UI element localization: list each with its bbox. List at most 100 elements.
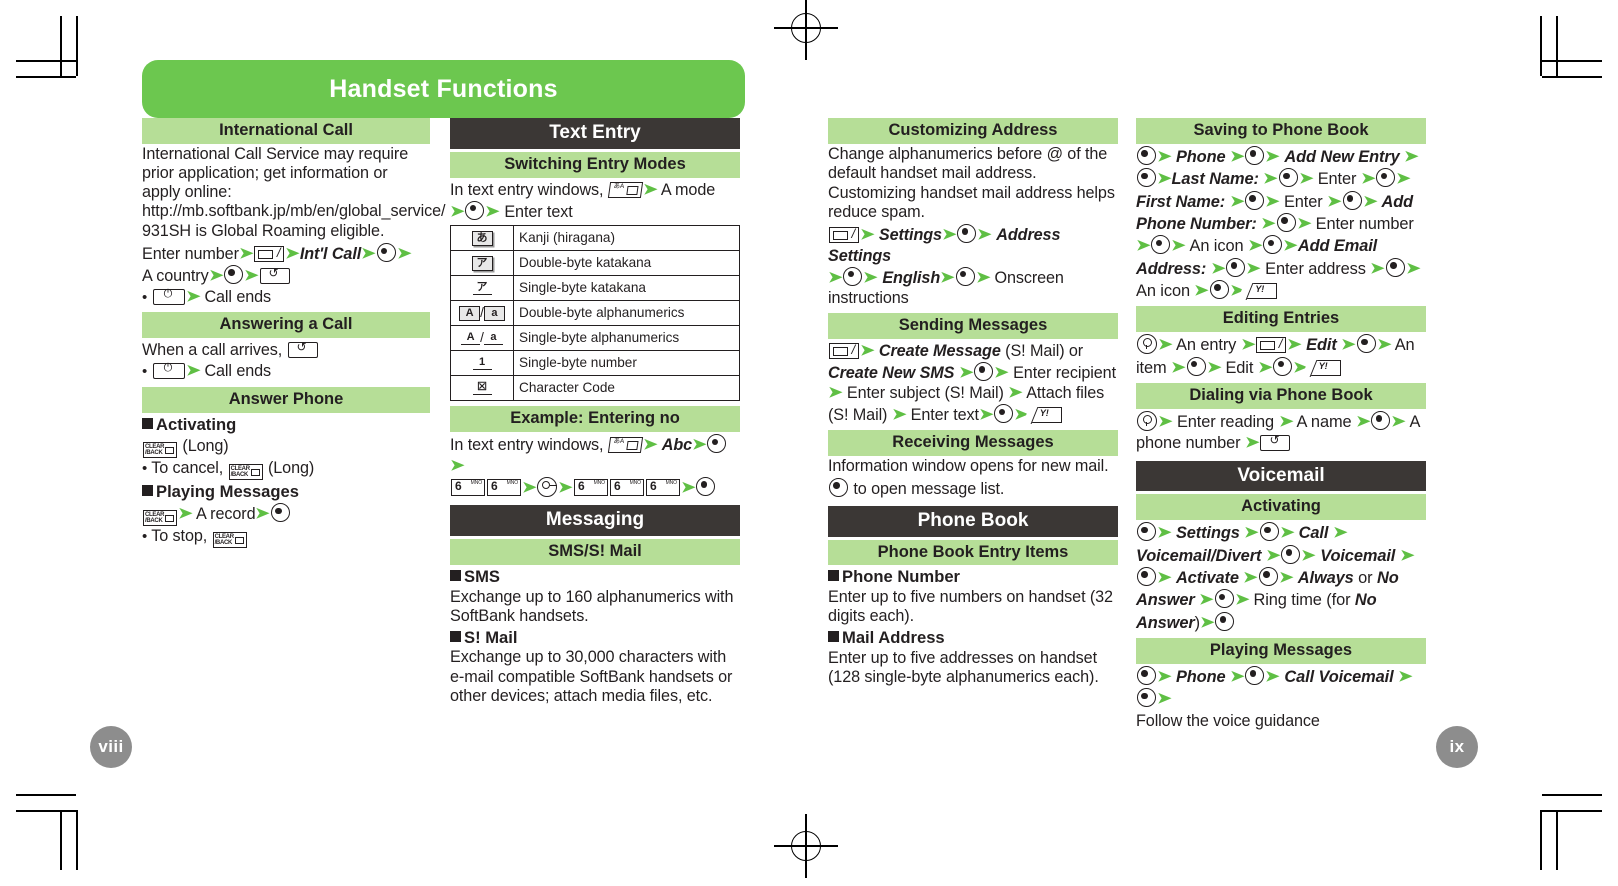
step-edit: Edit <box>1306 336 1337 355</box>
center-key-icon <box>1137 168 1156 188</box>
center-key-icon <box>1137 688 1156 708</box>
center-key-icon <box>1276 212 1296 232</box>
key-6-icon: 6 MNO <box>609 478 644 496</box>
center-key-icon <box>465 200 485 220</box>
a-mode-label: A mode <box>660 180 716 199</box>
center-key-icon <box>994 404 1014 424</box>
or-label: or <box>1358 568 1373 587</box>
crop-mark-tl-v2 <box>76 16 78 76</box>
step-last-name: Last Name: <box>1171 170 1259 189</box>
section-text-entry: Text Entry <box>450 118 740 149</box>
voicemail-activating-steps: ➤ Settings ➤ ➤ Call ➤ Voicemail/Divert ➤ ➤… <box>1136 522 1415 632</box>
table-row: あ Kanji (hiragana) <box>450 225 740 252</box>
step-phone: Phone <box>1175 667 1226 686</box>
step-an-entry: An entry <box>1176 336 1237 355</box>
sub-phone-number: Phone Number <box>828 567 1118 587</box>
switching-entry-modes-steps: In text entry windows, あA ➤ A mode ➤ ➤ Ent… <box>450 180 716 221</box>
crop-mark-bl-h2 <box>16 794 76 796</box>
enter-text-label: Enter text <box>504 202 573 221</box>
mode-label: Double-byte katakana <box>513 250 740 277</box>
crop-mark-tl-h <box>16 60 76 62</box>
call-key-icon <box>1260 433 1291 452</box>
section-dialing-via-phone-book: Dialing via Phone Book <box>1136 382 1426 409</box>
step-english: English <box>882 268 941 287</box>
sending-messages-steps: ➤ Create Message (S! Mail) or Create New… <box>828 341 1118 426</box>
voicemail-follow-guidance: Follow the voice guidance <box>1136 711 1320 730</box>
receiving-messages-steps: to open message list. <box>828 477 1118 500</box>
double-byte-alpha-icon: A / a <box>450 300 514 327</box>
sub-sms-label: SMS <box>464 567 500 587</box>
step-phone: Phone <box>1175 147 1226 166</box>
crop-mark-bl-h <box>16 810 76 812</box>
mail-key-icon <box>829 226 859 244</box>
activating-long-label: (Long) <box>182 437 229 456</box>
section-answer-phone: Answer Phone <box>142 386 430 413</box>
step-enter: Enter <box>1317 170 1357 189</box>
entry-modes-table: あ Kanji (hiragana) ア Double-byte katakan… <box>450 225 740 402</box>
section-answering-a-call: Answering a Call <box>142 312 430 339</box>
activating-cancel-long: (Long) <box>267 459 315 478</box>
sub-mail-address-label: Mail Address <box>842 628 945 648</box>
clear-back-key-icon: CLEAR/BACK <box>143 510 177 527</box>
mode-label: Single-byte katakana <box>513 275 740 302</box>
customizing-address-paragraph-2: Customizing handset mail address helps r… <box>828 184 1115 222</box>
square-bullet-icon <box>450 570 461 582</box>
section-voicemail: Voicemail <box>1136 460 1426 492</box>
section-switching-entry-modes: Switching Entry Modes <box>450 151 740 178</box>
mode-label: Character Code <box>513 375 740 402</box>
mode-key-icon: あA <box>607 181 643 198</box>
crop-mark-tr-v <box>1556 16 1558 76</box>
answering-a-call-steps: When a call arrives, • ➤ Call ends <box>142 340 430 381</box>
step-settings: Settings <box>1175 524 1240 543</box>
table-row: 1 Single-byte number <box>450 350 740 377</box>
step-enter-address: Enter address <box>1265 259 1366 278</box>
yahoo-softkey-icon <box>1029 407 1062 424</box>
crop-mark-br-v <box>1556 810 1558 870</box>
center-key-icon <box>1137 522 1156 542</box>
step-enter-2: Enter <box>1283 192 1323 211</box>
section-voicemail-activating: Activating <box>1136 494 1426 521</box>
step-a-country: A country <box>142 266 209 285</box>
smail-description: Exchange up to 30,000 characters with e-… <box>450 648 733 705</box>
step-a-name: A name <box>1296 412 1352 431</box>
international-call-paragraph-2: 931SH is Global Roaming eligible. <box>142 222 385 241</box>
center-key-icon <box>955 266 975 286</box>
mode-label: Single-byte number <box>513 350 740 377</box>
center-key-icon <box>1376 168 1396 188</box>
mail-key-icon <box>829 342 859 359</box>
crop-mark-bl-v <box>60 810 62 870</box>
end-key-icon <box>152 361 185 380</box>
center-key-icon <box>1245 145 1265 165</box>
step-intl-call: Int'l Call <box>299 245 362 264</box>
step-enter-number: Enter number <box>1315 214 1414 233</box>
column-two: Text Entry Switching Entry Modes In text… <box>450 118 740 706</box>
sub-smail-label: S! Mail <box>464 627 518 647</box>
table-row: ア Double-byte katakana <box>450 250 740 277</box>
editing-entries-steps: ➤ An entry ➤➤ Edit ➤➤ An item ➤➤ Edit ➤➤ <box>1136 334 1426 379</box>
smail-or-label: (S! Mail) or <box>1005 342 1084 360</box>
step-add-new-entry: Add New Entry <box>1284 147 1400 166</box>
key-6-icon: 6 MNO <box>645 478 680 496</box>
step-activate: Activate <box>1175 568 1239 587</box>
center-key-icon <box>270 503 290 523</box>
section-phone-book: Phone Book <box>828 505 1118 537</box>
table-row: ☒ Character Code <box>450 375 740 402</box>
square-bullet-icon <box>142 417 153 429</box>
center-key-icon <box>1245 665 1265 685</box>
crop-mark-bl-v2 <box>76 810 78 870</box>
section-phone-book-entry-items: Phone Book Entry Items <box>828 539 1118 566</box>
double-byte-katakana-icon: ア <box>450 250 514 277</box>
voicemail-playing-steps: ➤ Phone ➤ ➤ Call Voicemail ➤➤ <box>1136 665 1426 711</box>
receiving-messages-paragraph: Information window opens for new mail. <box>828 456 1109 475</box>
sub-activating: Activating <box>142 415 430 435</box>
end-key-icon <box>152 287 185 305</box>
square-bullet-icon <box>828 631 839 643</box>
crop-mark-tl-v <box>60 16 62 76</box>
section-sms-smail: SMS/S! Mail <box>450 539 740 566</box>
center-key-icon <box>1356 334 1376 354</box>
section-voicemail-playing-messages: Playing Messages <box>1136 637 1426 664</box>
column-three: Customizing Address Change alphanumerics… <box>828 118 1118 687</box>
dialing-via-phone-book-steps: ➤ Enter reading ➤ A name ➤ ➤ A phone numb… <box>1136 410 1426 455</box>
table-row: A / a Double-byte alphanumerics <box>450 300 740 327</box>
center-key-icon <box>1342 190 1362 210</box>
